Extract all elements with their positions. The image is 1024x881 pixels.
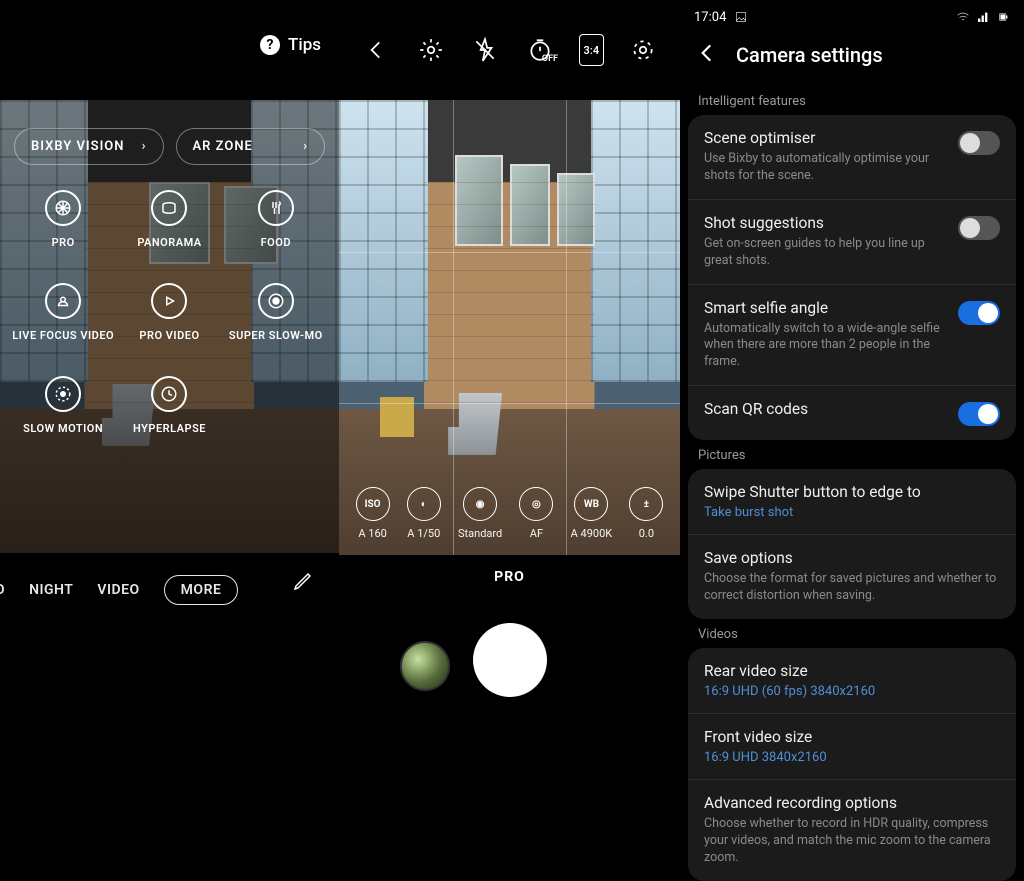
feature-pills: BIXBY VISION › AR ZONE › [0, 128, 339, 165]
mode-live-focus-video[interactable]: LIVE FOCUS VIDEO [10, 283, 116, 342]
row-swipe-shutter[interactable]: Swipe Shutter button to edge toTake burs… [688, 469, 1016, 534]
aspect-ratio-button[interactable]: 3:4 [579, 34, 605, 66]
hyperlapse-icon [151, 376, 187, 412]
status-bar: 17:04 [680, 0, 1024, 30]
dial-shutter[interactable]: ◐A 1/50 [407, 487, 441, 540]
slow-motion-icon [45, 376, 81, 412]
bixby-vision-button[interactable]: BIXBY VISION › [14, 128, 164, 165]
card-pictures: Swipe Shutter button to edge toTake burs… [688, 469, 1016, 619]
section-intelligent: Intelligent features [680, 86, 1024, 115]
toggle-shot-suggestions[interactable] [958, 216, 1000, 240]
dial-iso[interactable]: ISOA 160 [356, 487, 390, 540]
tips-button[interactable]: ? Tips [260, 35, 321, 55]
timer-off-icon[interactable]: OFF [524, 34, 556, 66]
camera-settings-panel: 17:04 Camera settings Intelligent featur… [680, 0, 1024, 743]
toggle-smart-selfie-angle[interactable] [958, 301, 1000, 325]
battery-icon [996, 10, 1010, 24]
chevron-right-icon: › [303, 139, 308, 154]
metering-icon[interactable] [627, 34, 659, 66]
camera-pro-panel: OFF 3:4 ISOA 160 ◐A 1/50 ◉Standard ◎AF W… [339, 0, 680, 743]
ar-zone-button[interactable]: AR ZONE › [176, 128, 326, 165]
panorama-icon [151, 190, 187, 226]
toggle-scan-qr[interactable] [958, 402, 1000, 426]
row-scene-optimiser[interactable]: Scene optimiserUse Bixby to automaticall… [688, 115, 1016, 199]
page-title: Camera settings [736, 43, 883, 67]
settings-header: Camera settings [680, 30, 1024, 86]
pro-video-icon [151, 283, 187, 319]
food-icon [258, 190, 294, 226]
section-pictures: Pictures [680, 440, 1024, 469]
signal-icon [976, 10, 990, 24]
pro-controls: ISOA 160 ◐A 1/50 ◉Standard ◎AF WBA 4900K… [339, 487, 680, 540]
back-button[interactable] [694, 40, 720, 70]
status-time: 17:04 [694, 10, 726, 25]
back-button[interactable] [360, 34, 392, 66]
current-mode-label: PRO [339, 569, 680, 585]
toggle-scene-optimiser[interactable] [958, 131, 1000, 155]
pro-top-toolbar: OFF 3:4 [339, 0, 680, 100]
dial-tone[interactable]: ◉Standard [458, 487, 502, 540]
section-videos: Videos [680, 619, 1024, 648]
mode-super-slow-mo[interactable]: SUPER SLOW-MO [223, 283, 329, 342]
gallery-thumbnail[interactable] [400, 641, 450, 691]
card-videos: Rear video size16:9 UHD (60 fps) 3840x21… [688, 648, 1016, 881]
settings-gear-icon[interactable] [415, 34, 447, 66]
pro-bottom-bar: PRO [339, 555, 680, 743]
flash-off-icon[interactable] [469, 34, 501, 66]
row-advanced-recording[interactable]: Advanced recording optionsChoose whether… [688, 779, 1016, 881]
edit-modes-button[interactable] [291, 569, 315, 597]
wifi-icon [956, 10, 970, 24]
row-smart-selfie-angle[interactable]: Smart selfie angleAutomatically switch t… [688, 284, 1016, 386]
mode-food[interactable]: FOOD [223, 190, 329, 249]
row-save-options[interactable]: Save optionsChoose the format for saved … [688, 534, 1016, 619]
camera-more-panel: ? Tips BIXBY VISION › AR ZONE › PRO PANO… [0, 0, 339, 743]
shutter-button[interactable] [473, 623, 547, 697]
rail-item-video[interactable]: VIDEO [97, 582, 139, 598]
row-scan-qr[interactable]: Scan QR codes [688, 385, 1016, 440]
dial-focus[interactable]: ◎AF [519, 487, 553, 540]
dial-wb[interactable]: WBA 4900K [571, 487, 613, 540]
chevron-right-icon: › [142, 139, 147, 154]
dial-ev[interactable]: ±0.0 [629, 487, 663, 540]
bottom-bar: TO NIGHT VIDEO MORE [0, 553, 339, 743]
row-front-video-size[interactable]: Front video size16:9 UHD 3840x2160 [688, 713, 1016, 779]
rail-item-photo[interactable]: TO [0, 582, 5, 598]
row-rear-video-size[interactable]: Rear video size16:9 UHD (60 fps) 3840x21… [688, 648, 1016, 713]
row-shot-suggestions[interactable]: Shot suggestionsGet on-screen guides to … [688, 199, 1016, 284]
rail-item-more[interactable]: MORE [164, 575, 239, 605]
tips-label: Tips [288, 35, 321, 55]
mode-slow-motion[interactable]: SLOW MOTION [10, 376, 116, 435]
mode-hyperlapse[interactable]: HYPERLAPSE [116, 376, 222, 435]
viewfinder[interactable]: ISOA 160 ◐A 1/50 ◉Standard ◎AF WBA 4900K… [339, 100, 680, 555]
aperture-icon [45, 190, 81, 226]
card-intelligent: Scene optimiserUse Bixby to automaticall… [688, 115, 1016, 440]
live-focus-video-icon [45, 283, 81, 319]
mode-grid: PRO PANORAMA FOOD LIVE FOCUS VIDEO PRO V… [0, 190, 339, 435]
image-icon [734, 10, 748, 24]
mode-pro[interactable]: PRO [10, 190, 116, 249]
help-icon: ? [260, 35, 280, 55]
mode-panorama[interactable]: PANORAMA [116, 190, 222, 249]
super-slowmo-icon [258, 283, 294, 319]
mode-pro-video[interactable]: PRO VIDEO [116, 283, 222, 342]
mode-rail[interactable]: TO NIGHT VIDEO MORE [0, 575, 339, 605]
rail-item-night[interactable]: NIGHT [29, 582, 73, 598]
